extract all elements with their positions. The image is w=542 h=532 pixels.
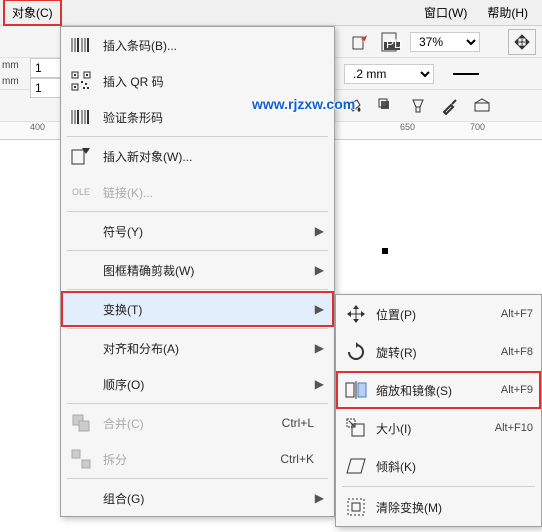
- menubar: 对象(C) 窗口(W) 帮助(H): [0, 0, 542, 26]
- eyedropper-icon: [441, 97, 459, 115]
- chevron-right-icon: ▶: [315, 263, 324, 277]
- skew-icon: [342, 452, 370, 480]
- insert-object-icon: [67, 142, 95, 170]
- chevron-right-icon: ▶: [315, 491, 324, 505]
- combine-icon: [67, 409, 95, 437]
- transform-submenu: 位置(P) Alt+F7 旋转(R) Alt+F8 缩放和镜像(S) Alt+F…: [335, 294, 542, 527]
- menu-powerclip[interactable]: 图框精确剪裁(W) ▶: [61, 252, 334, 288]
- unit-label-1: mm: [2, 60, 19, 71]
- separator: [342, 486, 535, 487]
- submenu-clear-transform[interactable]: 清除变换(M): [336, 488, 541, 526]
- zoom-select[interactable]: 37%: [410, 32, 480, 52]
- separator: [67, 136, 328, 137]
- unit-label-2: mm: [2, 76, 19, 87]
- separator: [67, 211, 328, 212]
- separator: [67, 328, 328, 329]
- tool-c[interactable]: [404, 93, 432, 119]
- ole-icon: OLE: [67, 178, 95, 206]
- clear-transform-icon: [342, 493, 370, 521]
- watermark: www.rjzxw.com: [252, 96, 355, 112]
- ruler-tick: 400: [30, 122, 45, 132]
- menu-align[interactable]: 对齐和分布(A) ▶: [61, 330, 334, 366]
- separator: [67, 478, 328, 479]
- rotate-icon: [342, 338, 370, 366]
- separator: [67, 289, 328, 290]
- chevron-right-icon: ▶: [315, 302, 324, 316]
- verify-barcode-icon: [67, 103, 95, 131]
- menu-symbol[interactable]: 符号(Y) ▶: [61, 213, 334, 249]
- submenu-position[interactable]: 位置(P) Alt+F7: [336, 295, 541, 333]
- svg-text:PDF: PDF: [386, 37, 403, 51]
- menu-links[interactable]: OLE 链接(K)...: [61, 174, 334, 210]
- move-arrows-icon: [513, 33, 531, 51]
- pdf-icon: PDF: [381, 32, 403, 52]
- chevron-right-icon: ▶: [315, 341, 324, 355]
- menu-insert-barcode[interactable]: 插入条码(B)...: [61, 27, 334, 63]
- tool-b[interactable]: [372, 93, 400, 119]
- menu-breakapart[interactable]: 拆分 Ctrl+K: [61, 441, 334, 477]
- submenu-size[interactable]: 大小(I) Alt+F10: [336, 409, 541, 447]
- barcode-icon: [67, 31, 95, 59]
- line-style-button[interactable]: [452, 61, 480, 87]
- tool-d[interactable]: [436, 93, 464, 119]
- line-thickness-select[interactable]: .2 mm: [344, 64, 434, 84]
- export-icon: [351, 33, 369, 51]
- menu-transform[interactable]: 变换(T) ▶: [61, 291, 334, 327]
- tool-e[interactable]: [468, 93, 496, 119]
- qr-icon: [67, 67, 95, 95]
- separator: [67, 250, 328, 251]
- submenu-rotate[interactable]: 旋转(R) Alt+F8: [336, 333, 541, 371]
- menu-help[interactable]: 帮助(H): [477, 0, 538, 25]
- ruler-tick: 700: [470, 122, 485, 132]
- menu-window[interactable]: 窗口(W): [414, 0, 477, 25]
- submenu-skew[interactable]: 倾斜(K): [336, 447, 541, 485]
- position-icon: [342, 300, 370, 328]
- menu-group[interactable]: 组合(G) ▶: [61, 480, 334, 516]
- shape-icon: [473, 97, 491, 115]
- submenu-scale-mirror[interactable]: 缩放和镜像(S) Alt+F9: [336, 371, 541, 409]
- scale-mirror-icon: [342, 376, 370, 404]
- size-icon: [342, 414, 370, 442]
- menu-insert-object[interactable]: 插入新对象(W)...: [61, 138, 334, 174]
- canvas-marker: [382, 248, 388, 254]
- menu-object[interactable]: 对象(C): [4, 0, 61, 25]
- chevron-right-icon: ▶: [315, 377, 324, 391]
- menu-order[interactable]: 顺序(O) ▶: [61, 366, 334, 402]
- menu-insert-qr[interactable]: 插入 QR 码: [61, 63, 334, 99]
- ruler-tick: 650: [400, 122, 415, 132]
- separator: [67, 403, 328, 404]
- lamp-icon: [409, 97, 427, 115]
- pdf-button[interactable]: PDF: [378, 29, 406, 55]
- chevron-right-icon: ▶: [315, 224, 324, 238]
- export-button[interactable]: [346, 29, 374, 55]
- shadow-icon: [377, 97, 395, 115]
- line-style-icon: [453, 69, 479, 79]
- move-tool[interactable]: [508, 29, 536, 55]
- menu-combine[interactable]: 合并(C) Ctrl+L: [61, 405, 334, 441]
- breakapart-icon: [67, 445, 95, 473]
